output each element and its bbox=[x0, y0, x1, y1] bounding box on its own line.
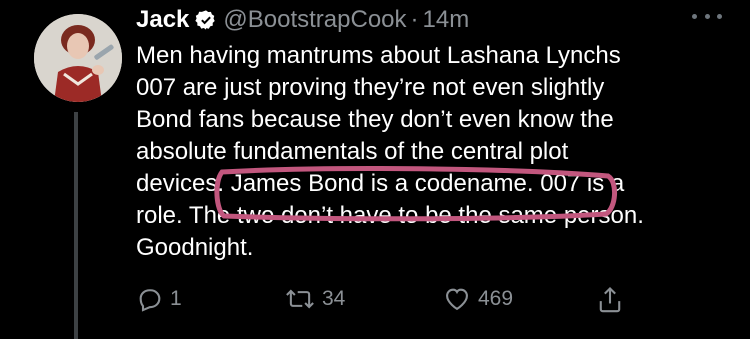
tweet-line: Bond fans because they don’t even know t… bbox=[136, 106, 614, 133]
tweet-actions: 1 34 469 bbox=[136, 285, 636, 317]
avatar[interactable] bbox=[34, 14, 122, 102]
thread-line bbox=[74, 112, 78, 339]
share-button[interactable] bbox=[596, 285, 624, 315]
retweet-count: 34 bbox=[322, 287, 346, 310]
like-count: 469 bbox=[478, 287, 514, 310]
header-separator: · bbox=[410, 6, 419, 33]
reply-icon bbox=[139, 289, 161, 312]
retweet-button[interactable]: 34 bbox=[284, 285, 345, 313]
tweet-line: role. The two don’t have to be the same … bbox=[136, 202, 644, 229]
avatar-image bbox=[34, 14, 122, 102]
reply-count: 1 bbox=[170, 287, 182, 310]
tweet-line: absolute fundamentals of the central plo… bbox=[136, 138, 569, 165]
tweet-line: Men having mantrums about Lashana Lynchs bbox=[136, 42, 621, 69]
reply-button[interactable]: 1 bbox=[136, 285, 182, 313]
tweet-timestamp[interactable]: 14m bbox=[423, 6, 470, 34]
like-button[interactable]: 469 bbox=[442, 285, 513, 313]
tweet-header: Jack @BootstrapCook · 14m bbox=[136, 6, 469, 34]
heart-icon bbox=[446, 288, 468, 311]
tweet-text: Men having mantrums about Lashana Lynchs… bbox=[136, 40, 726, 264]
tweet-line: Goodnight. bbox=[136, 234, 254, 261]
tweet-line: devices. James Bond is a codename. 007 i… bbox=[136, 170, 625, 197]
tweet: Jack @BootstrapCook · 14m Men having man… bbox=[0, 0, 750, 339]
author-name[interactable]: Jack bbox=[136, 6, 189, 34]
tweet-line: 007 are just proving they’re not even sl… bbox=[136, 74, 605, 101]
verified-badge-icon bbox=[195, 9, 217, 31]
author-handle[interactable]: @BootstrapCook bbox=[223, 6, 406, 34]
more-options-icon[interactable] bbox=[692, 6, 722, 26]
share-icon bbox=[599, 286, 621, 313]
retweet-icon bbox=[286, 289, 314, 309]
